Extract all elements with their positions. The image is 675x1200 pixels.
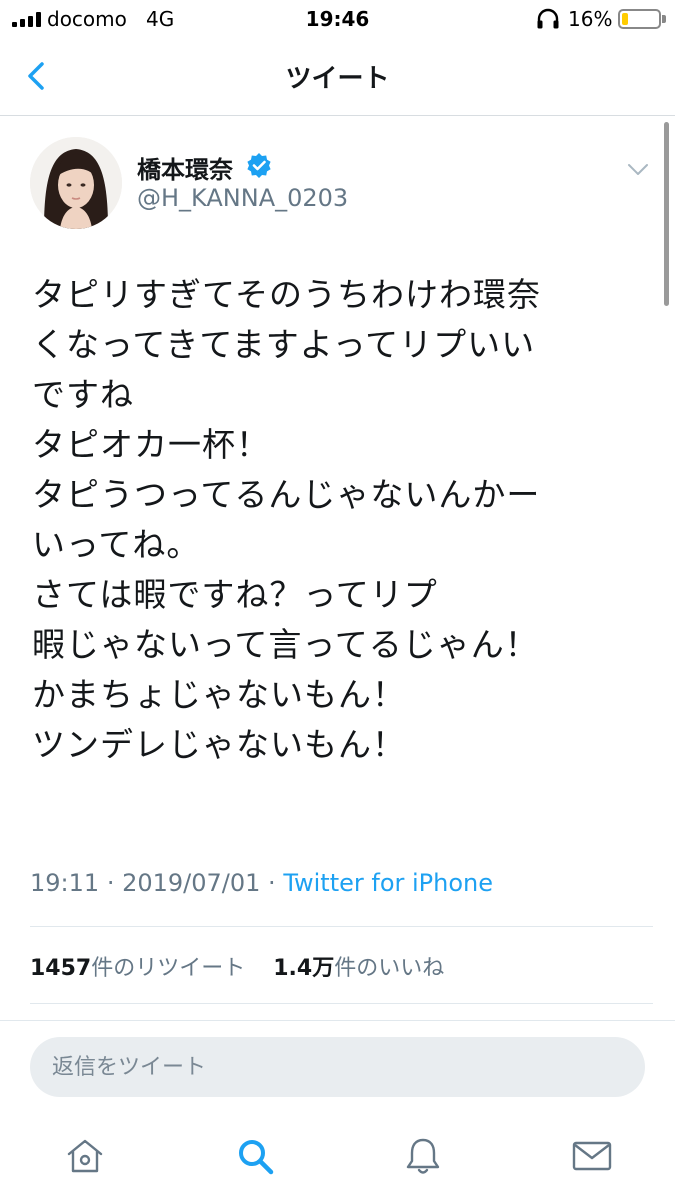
tweet-date: 2019/07/01 [122, 869, 261, 897]
meta-separator: · [268, 869, 284, 897]
reply-input[interactable] [30, 1037, 645, 1097]
battery-cap [662, 15, 666, 23]
tweet-text-line: ツンデレじゃないもん！ [32, 725, 406, 764]
like-count: 1.4万 [273, 956, 335, 981]
status-bar: docomo 4G 19:46 16% [0, 0, 675, 38]
avatar-image [30, 137, 122, 229]
tweet-time: 19:11 [30, 869, 100, 897]
page-title: ツイート [285, 64, 390, 94]
battery-percent: 16% [568, 7, 613, 31]
battery-level [622, 13, 628, 25]
tweet-text-line: 暇じゃないって言ってるじゃん！ [32, 625, 539, 664]
tweet-text-line: いってね。 [32, 525, 201, 564]
tweet-text-line: タピオカ一杯！ [32, 425, 270, 464]
meta-separator: · [106, 869, 123, 897]
tweet-meta: 19:11 · 2019/07/01 · Twitter for iPhone [30, 869, 493, 897]
divider [30, 926, 653, 927]
retweet-count: 1457 [30, 956, 92, 981]
display-name[interactable]: 橋本環奈 [137, 150, 233, 185]
scrollbar[interactable] [664, 122, 669, 306]
mail-icon[interactable] [570, 1134, 614, 1178]
divider [30, 1003, 653, 1004]
tweet-source-link[interactable]: Twitter for iPhone [283, 869, 493, 897]
headphones-icon [537, 8, 559, 29]
avatar[interactable] [30, 137, 122, 229]
retweet-label: 件のリツイート [91, 956, 246, 981]
chevron-down-icon[interactable] [626, 160, 650, 178]
tweet-text-line: タピリすぎてそのうちわけわ環奈 [32, 275, 542, 314]
tweet-text-line: かまちょじゃないもん！ [32, 675, 406, 714]
tweet-text-line: ですね [32, 375, 134, 414]
navigation-bar: ツイート [0, 38, 675, 116]
stat-spacer [252, 956, 266, 981]
tweet-text: タピリすぎてそのうちわけわ環奈 くなってきてますよってリプいい ですね タピオカ… [32, 270, 652, 770]
search-icon[interactable] [233, 1134, 277, 1178]
home-icon[interactable] [63, 1134, 107, 1178]
tweet-text-line: タピうつってるんじゃないんかー [32, 475, 541, 514]
tweet-text-line: さては暇ですね？ってリプ [32, 575, 438, 614]
reply-divider [0, 1020, 675, 1021]
username[interactable]: @H_KANNA_0203 [137, 184, 348, 212]
battery-icon [618, 9, 661, 29]
verified-badge-icon [247, 153, 271, 178]
retweet-stat[interactable]: 1457件のリツイート [30, 956, 245, 981]
like-stat[interactable]: 1.4万件のいいね [273, 956, 444, 981]
like-label: 件のいいね [334, 956, 445, 981]
bell-icon[interactable] [401, 1134, 445, 1178]
tweet-stats: 1457件のリツイート 1.4万件のいいね [30, 950, 444, 982]
tweet-text-line: くなってきてますよってリプいい [32, 325, 536, 364]
